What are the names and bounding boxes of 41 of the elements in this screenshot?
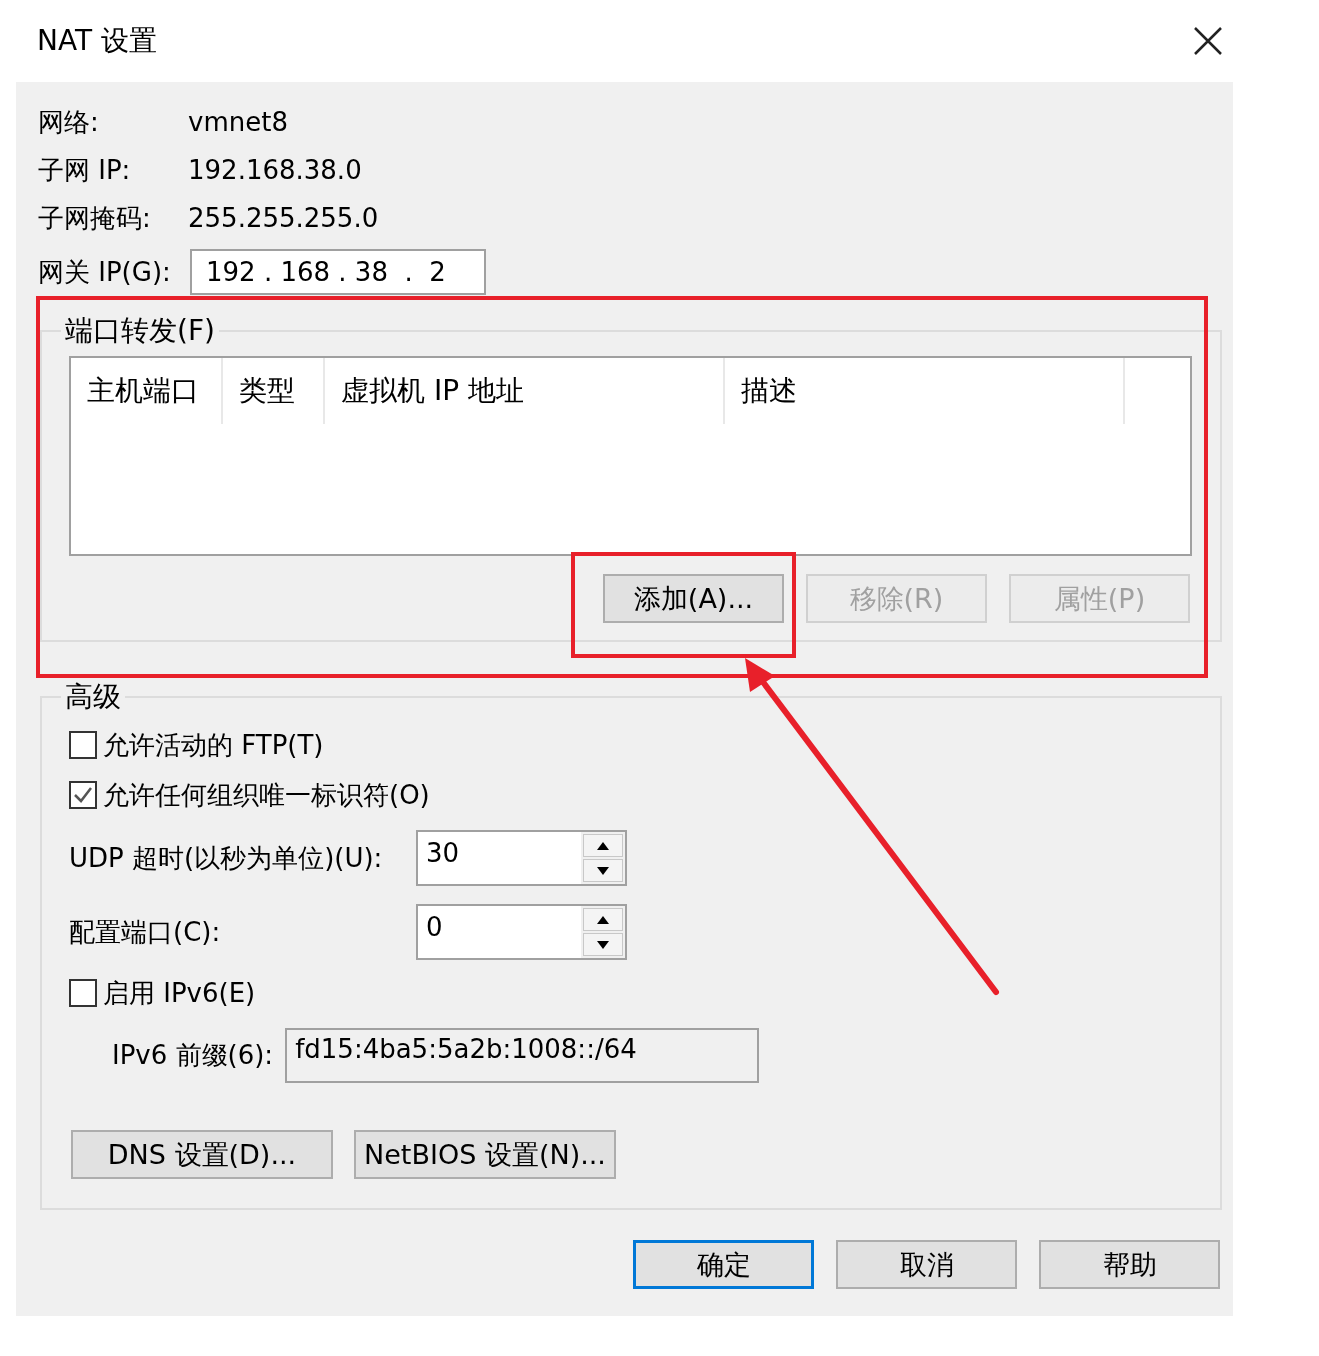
settings-button[interactable]: DNS 设置(D)...	[71, 1130, 333, 1179]
down-arrow-icon	[597, 940, 609, 949]
close-icon[interactable]	[1193, 26, 1223, 56]
spin-field[interactable]: 0	[416, 904, 627, 960]
field-label: 配置端口(C):	[69, 915, 222, 949]
field-label: UDP 超时(以秒为单位)(U):	[69, 841, 384, 875]
settings-button[interactable]: NetBIOS 设置(N)...	[354, 1130, 616, 1179]
dialog-button[interactable]: 添加(A)...	[603, 574, 784, 623]
field-label: 子网掩码:	[38, 201, 152, 235]
spin-field[interactable]: 30	[416, 830, 627, 886]
ip-address-field[interactable]: 192 . 168 . 38 . 2	[190, 249, 486, 295]
up-arrow-icon	[597, 841, 609, 850]
up-arrow-icon	[597, 915, 609, 924]
checkbox-label[interactable]: 允许任何组织唯一标识符(O)	[103, 777, 430, 813]
column-header[interactable]: 描述	[725, 358, 1125, 424]
checkbox[interactable]	[69, 781, 97, 809]
checkbox-label[interactable]: 启用 IPv6(E)	[103, 975, 256, 1011]
column-header[interactable]: 主机端口	[71, 358, 223, 424]
field-label: 网关 IP(G):	[38, 255, 172, 289]
field-value: 255.255.255.0	[188, 203, 379, 233]
spin-down-button[interactable]	[583, 933, 623, 956]
field-label: IPv6 前缀(6):	[112, 1038, 274, 1072]
dialog-button[interactable]: 取消	[836, 1240, 1017, 1289]
column-header[interactable]: 类型	[223, 358, 325, 424]
field-label: 子网 IP:	[38, 153, 132, 187]
field-label: 网络:	[38, 105, 100, 139]
group-title: 端口转发(F)	[64, 313, 216, 349]
group-title: 高级	[64, 679, 122, 715]
window-title: NAT 设置	[37, 23, 157, 59]
checkbox[interactable]	[69, 731, 97, 759]
dialog-button[interactable]: 确定	[633, 1240, 814, 1289]
checkbox-label[interactable]: 允许活动的 FTP(T)	[103, 727, 324, 763]
dialog-button[interactable]: 帮助	[1039, 1240, 1220, 1289]
spin-down-button[interactable]	[583, 859, 623, 882]
spin-up-button[interactable]	[583, 834, 623, 857]
down-arrow-icon	[597, 866, 609, 875]
column-header[interactable]: 虚拟机 IP 地址	[325, 358, 725, 424]
field-value: 192.168.38.0	[188, 155, 362, 185]
spin-up-button[interactable]	[583, 908, 623, 931]
field-value: vmnet8	[188, 107, 288, 137]
checkbox[interactable]	[69, 979, 97, 1007]
